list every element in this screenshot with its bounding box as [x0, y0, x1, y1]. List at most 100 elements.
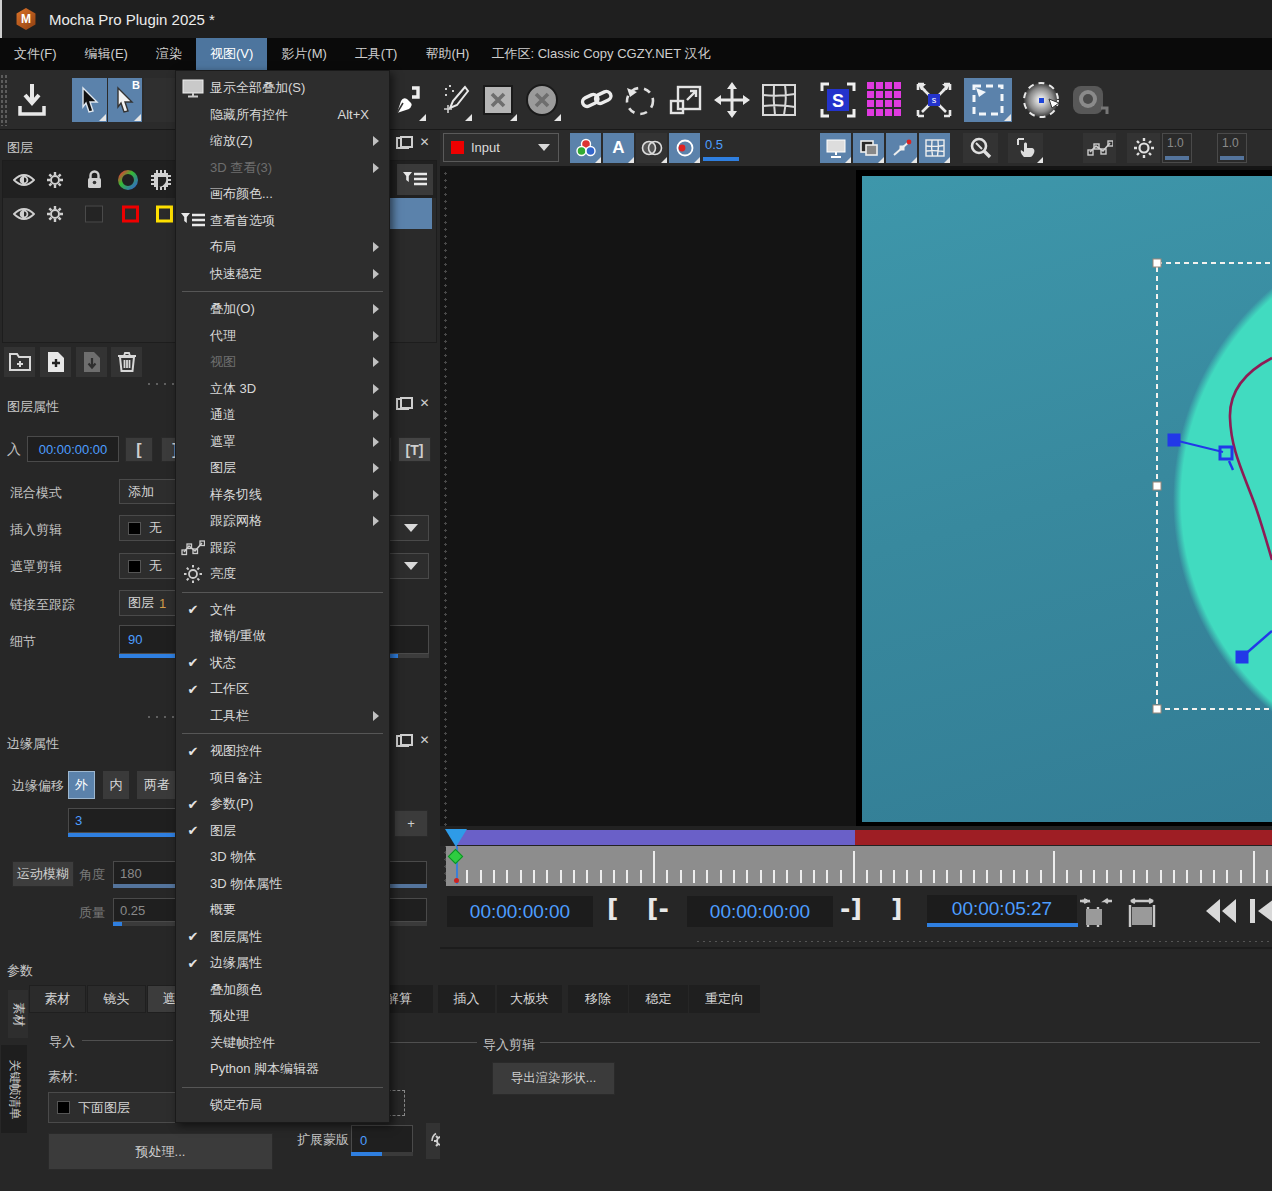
view-menu-item[interactable]: 跟踪 [176, 535, 389, 562]
new-layer-button[interactable] [40, 347, 71, 377]
view-menu-item[interactable]: Python 脚本编辑器 [176, 1056, 389, 1083]
stabilize-view-button[interactable]: S [818, 78, 858, 122]
expand-mask-field[interactable]: 0 [351, 1125, 413, 1155]
overlay-opacity-field[interactable]: 0.5 [705, 137, 723, 152]
view-menu-item[interactable]: 3D 查看(3) [176, 155, 389, 182]
selection-corner-squares[interactable] [1153, 259, 1161, 713]
view-menu-item[interactable]: 工具栏 [176, 703, 389, 730]
view-menu-item[interactable]: 概要 [176, 897, 389, 924]
view-menu-item[interactable]: ✔文件 [176, 597, 389, 624]
in-point-field[interactable]: 00:00:00:00 [447, 896, 593, 927]
show-layers-toggle[interactable] [853, 133, 884, 163]
view-menu-item[interactable]: ✔边缘属性 [176, 950, 389, 977]
timeline-untracked-range[interactable] [855, 830, 1272, 845]
exposure-field[interactable]: 1.0 [1162, 133, 1192, 163]
new-layer-folder-button[interactable] [4, 347, 35, 377]
track-spline-tool-button[interactable] [620, 78, 658, 122]
x-spline-circle-tool-button[interactable] [522, 78, 562, 122]
opacity-slider[interactable] [703, 157, 739, 161]
edge-both-button[interactable]: 两者 [137, 771, 177, 799]
view-menu-item[interactable]: 遮罩 [176, 429, 389, 456]
alpha-toggle[interactable]: A [603, 133, 634, 163]
surface-selection-rect[interactable] [1157, 263, 1272, 709]
keyframe-marker[interactable] [448, 849, 464, 865]
gamma-field[interactable]: 1.0 [1217, 133, 1247, 163]
lens-module-button[interactable] [1068, 78, 1110, 122]
timeline-ruler[interactable] [446, 846, 1272, 886]
view-menu-item[interactable]: 查看首选项 [176, 208, 389, 235]
close-panel-icon[interactable]: ✕ [417, 397, 432, 410]
view-menu-item[interactable]: 画布颜色... [176, 181, 389, 208]
import-layer-button[interactable] [76, 347, 107, 377]
menubar-item[interactable]: 帮助(H) [411, 38, 483, 70]
view-menu-item[interactable]: 样条切线 [176, 482, 389, 509]
close-panel-icon[interactable]: ✕ [417, 734, 432, 747]
tab-clip[interactable]: 素材 [29, 985, 86, 1013]
view-menu-item[interactable]: 项目备注 [176, 765, 389, 792]
pan-hand-tool[interactable] [1008, 133, 1043, 163]
in-timecode-field[interactable]: 00:00:00:00 [27, 436, 119, 462]
delete-layer-button[interactable] [111, 347, 142, 377]
float-panel-icon[interactable] [395, 136, 410, 149]
overlay-toggle[interactable] [669, 133, 700, 163]
add-spline-tool-button[interactable] [390, 78, 427, 122]
gear-column-icon[interactable] [45, 170, 65, 190]
marquee-zoom-tool-button[interactable] [964, 78, 1012, 122]
view-menu-item[interactable]: 通道 [176, 402, 389, 429]
view-menu-item[interactable]: 3D 物体 [176, 844, 389, 871]
magnify-tool[interactable] [963, 133, 998, 163]
set-out-bracket-button[interactable]: ] [891, 894, 902, 923]
view-menu-item[interactable]: 叠加(O) [176, 296, 389, 323]
layer-lock-checkbox[interactable] [85, 205, 103, 222]
view-menu-item[interactable]: 预处理 [176, 1003, 389, 1030]
export-rendered-shapes-button[interactable]: 导出渲染形状... [492, 1062, 615, 1095]
track-points-tool[interactable] [1083, 133, 1116, 163]
link-tool-button[interactable] [578, 78, 616, 122]
zoom-full-timeline-button[interactable] [1123, 897, 1161, 929]
show-splines-toggle[interactable] [886, 133, 917, 163]
goto-out-button[interactable]: -] [840, 894, 862, 923]
panel-grip[interactable] [145, 382, 175, 386]
view-menu-item[interactable]: 撤销/重做 [176, 623, 389, 650]
control-point[interactable] [1168, 434, 1181, 447]
view-menu-item[interactable]: 隐藏所有控件Alt+X [176, 102, 389, 129]
playhead[interactable] [445, 829, 467, 847]
timecode-format-button[interactable]: [T] [398, 437, 431, 462]
view-menu-item[interactable]: ✔视图控件 [176, 738, 389, 765]
edge-width-plus-button[interactable]: + [394, 810, 428, 837]
tab-lens[interactable]: 镜头 [87, 985, 146, 1013]
control-point[interactable] [1236, 651, 1249, 664]
view-menu-item[interactable]: 图层 [176, 455, 389, 482]
show-overlays-toggle[interactable] [820, 133, 851, 163]
lens-preview-button[interactable] [1020, 78, 1064, 122]
hidden-tool-button[interactable] [144, 78, 175, 122]
float-panel-icon[interactable] [395, 734, 410, 747]
set-in-button[interactable]: [ [125, 437, 153, 462]
move-tool-button[interactable] [712, 78, 752, 122]
zoom-in-out-points-button[interactable] [1078, 897, 1116, 929]
mesh-warp-tool-button[interactable] [758, 78, 800, 122]
timeline-tracked-range[interactable] [457, 830, 855, 845]
vertical-tab-clip[interactable]: 素材 [8, 990, 28, 1038]
menubar-item[interactable]: 渲染 [142, 38, 196, 70]
set-in-bracket-button[interactable]: [ [607, 894, 618, 923]
view-menu-item[interactable]: 立体 3D [176, 376, 389, 403]
close-panel-icon[interactable]: ✕ [417, 136, 432, 149]
prev-keyframe-button[interactable]: T [1246, 895, 1272, 927]
tab-insert[interactable]: 插入 [438, 985, 495, 1013]
view-menu-item[interactable]: ✔图层 [176, 818, 389, 845]
color-channels-toggle[interactable] [570, 133, 601, 163]
motion-blur-button[interactable]: 运动模糊 [12, 861, 74, 887]
brush-tool-button[interactable] [437, 78, 473, 122]
rewind-button[interactable] [1200, 895, 1240, 927]
select-tool-button[interactable] [72, 78, 107, 122]
current-time-field[interactable]: 00:00:00:00 [687, 896, 833, 927]
x-spline-rect-tool-button[interactable] [478, 78, 518, 122]
view-menu-item[interactable]: ✔工作区 [176, 676, 389, 703]
show-grid-toggle[interactable] [919, 133, 950, 163]
view-menu-item[interactable]: ✔参数(P) [176, 791, 389, 818]
preprocess-button[interactable]: 预处理... [48, 1133, 273, 1170]
goto-in-button[interactable]: [- [647, 894, 669, 923]
grid-overlay-button[interactable] [863, 78, 907, 122]
view-menu-item[interactable]: 快速稳定 [176, 261, 389, 288]
